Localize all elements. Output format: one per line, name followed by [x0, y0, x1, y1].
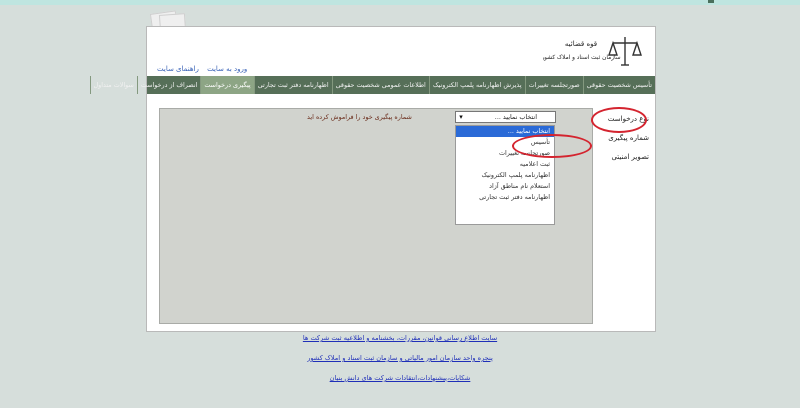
organization-logo: قوه قضائیه سازمان ثبت اسناد و املاک کشور	[540, 33, 643, 73]
nav-item-public-info[interactable]: اطلاعات عمومی شخصیت حقوقی	[331, 76, 429, 94]
annotation-circle	[512, 134, 592, 158]
select-value: انتخاب نمایید ...	[494, 113, 537, 121]
footer-link-complaints[interactable]: شکایات،پیشنهادات،انتقادات شرکت های دانش …	[0, 374, 800, 382]
nav-item-cancel-request[interactable]: انصراف از درخواست	[136, 76, 201, 94]
footer-link-tax-window[interactable]: پنجره واحد سازمان امور مالیاتی و سازمان …	[0, 354, 800, 362]
main-panel: قوه قضائیه سازمان ثبت اسناد و املاک کشور…	[89, 26, 656, 332]
header-links: ورود به سایت راهنمای سایت	[151, 65, 247, 73]
nav-item-commercial-register[interactable]: اظهارنامه دفتر ثبت تجارتی	[253, 76, 332, 94]
svg-text:سازمان ثبت اسناد و املاک کشور: سازمان ثبت اسناد و املاک کشور	[543, 53, 621, 61]
status-mark	[708, 0, 714, 3]
header: قوه قضائیه سازمان ثبت اسناد و املاک کشور…	[147, 27, 655, 76]
nav-item-request-tracking[interactable]: پیگیری درخواست	[200, 76, 254, 94]
nav-item-electronic-seal[interactable]: پذیرش اظهارنامه پلمپ الکترونیک	[428, 76, 525, 94]
help-link[interactable]: راهنمای سایت	[157, 65, 199, 73]
nav-item-establishment[interactable]: تأسیس شخصیت حقوقی	[582, 76, 655, 94]
dropdown-option[interactable]: اظهارنامه پلمپ الکترونیک	[456, 170, 554, 181]
annotation-circle	[591, 107, 647, 133]
side-item-security-image[interactable]: تصویر امنیتی	[597, 148, 649, 167]
nav-item-changes[interactable]: صورتجلسه تغییرات	[524, 76, 583, 94]
emblem-icon: قوه قضائیه سازمان ثبت اسناد و املاک کشور	[540, 37, 642, 66]
browser-top-strip	[0, 0, 800, 5]
footer-links: سایت اطلاع رسانی قوانین، مقررات، بخشنامه…	[0, 334, 800, 394]
chevron-down-icon: ▾	[459, 113, 463, 121]
dropdown-option[interactable]: ثبت اعلامیه	[456, 159, 554, 170]
dropdown-option[interactable]: استعلام نام مناطق آزاد	[456, 181, 554, 192]
nav-item-faq[interactable]: سوالات متداول	[89, 76, 137, 94]
svg-text:قوه قضائیه: قوه قضائیه	[565, 40, 597, 48]
dropdown-option[interactable]: اظهارنامه دفتر ثبت تجارتی	[456, 192, 554, 203]
login-link[interactable]: ورود به سایت	[207, 65, 247, 73]
main-navigation: تأسیس شخصیت حقوقی صورتجلسه تغییرات پذیرش…	[89, 76, 655, 94]
forgot-tracking-link[interactable]: شماره پیگیری خود را فراموش کرده اید	[307, 113, 412, 121]
footer-link-laws[interactable]: سایت اطلاع رسانی قوانین، مقررات، بخشنامه…	[0, 334, 800, 342]
request-type-select[interactable]: انتخاب نمایید ... ▾	[455, 111, 556, 123]
